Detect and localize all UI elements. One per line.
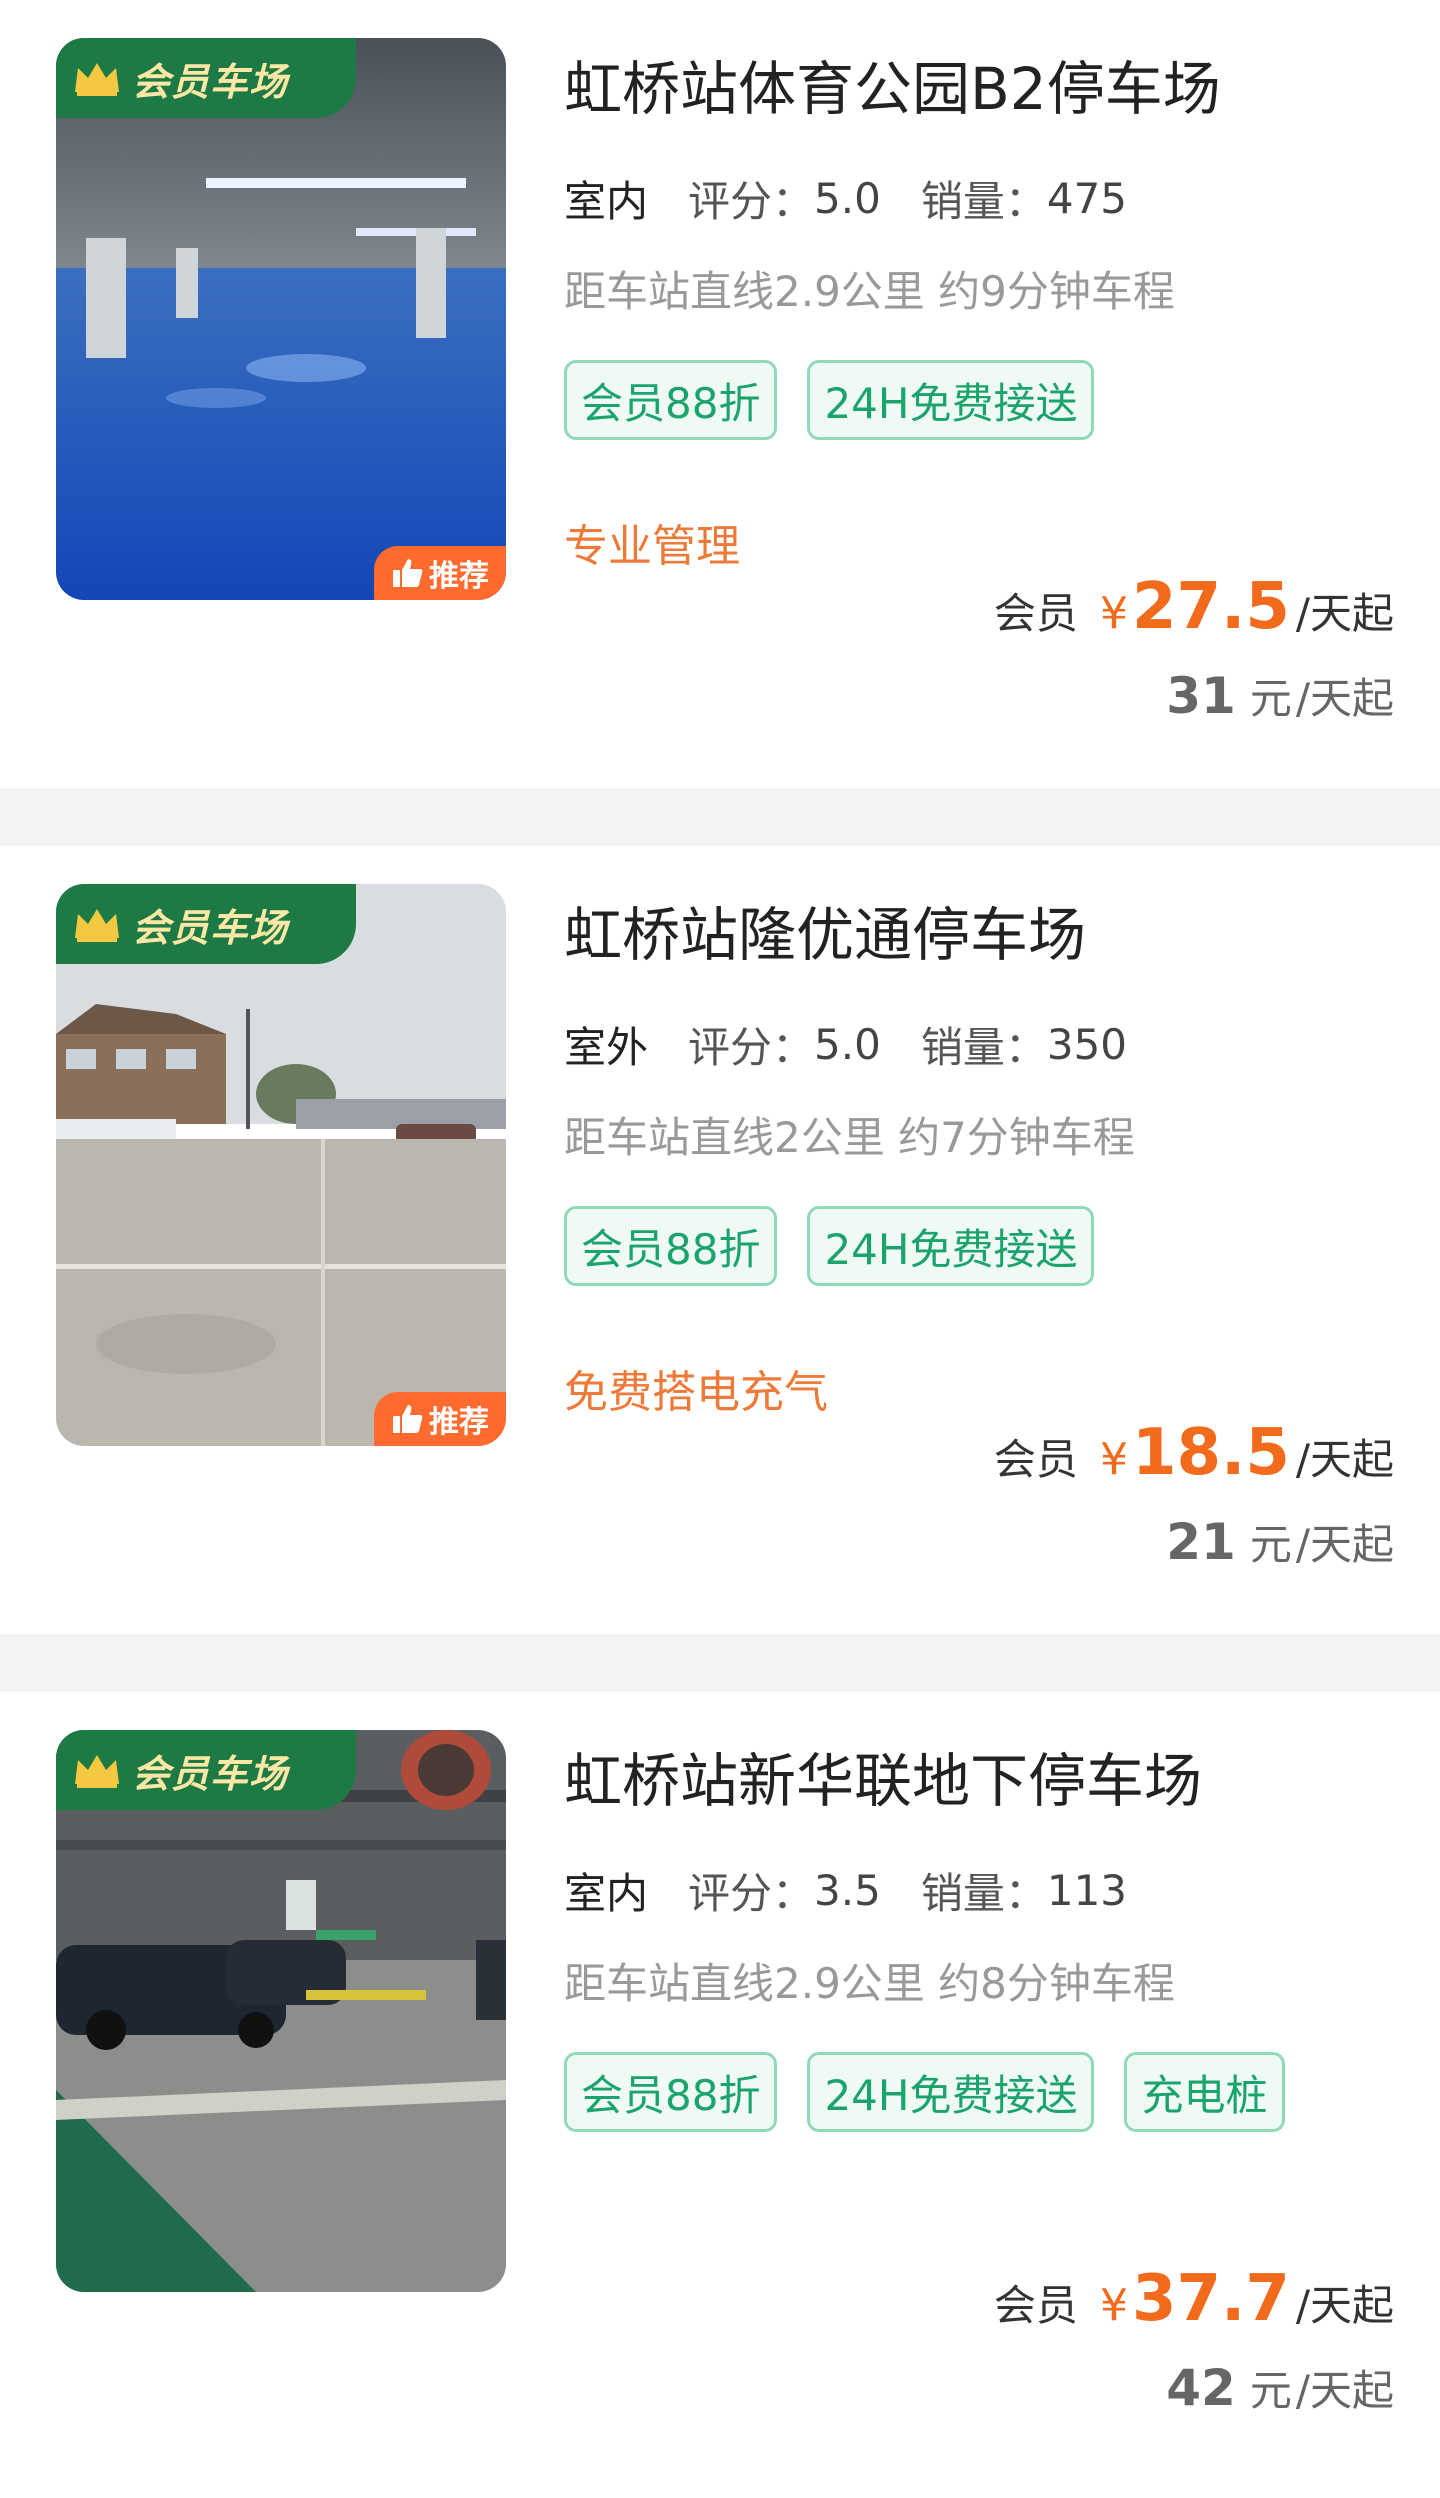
rating-label: 评分： <box>688 177 815 226</box>
crown-icon <box>72 1750 122 1790</box>
lot-meta: 室内 评分： 5.0 销量： 475 <box>564 168 1167 235</box>
lot-info: 虹桥站体育公园B2停车场 室内 评分： 5.0 销量： 475 距车站直线2.9… <box>564 0 1394 788</box>
recommend-label: 推荐 <box>429 559 489 594</box>
lot-thumbnail[interactable]: 会员车场 推荐 <box>56 884 506 1446</box>
card-separator <box>0 788 1440 846</box>
crown-icon <box>72 904 122 944</box>
lot-meta: 室内 评分： 3.5 销量： 113 <box>564 1860 1167 1927</box>
sales-value: 350 <box>1046 1020 1128 1069</box>
member-price: 会员 ¥ 37.7 /天起 <box>994 2262 1394 2336</box>
price-unit: /天起 <box>1295 589 1394 638</box>
crown-icon <box>72 58 122 98</box>
vip-lot-badge: 会员车场 <box>56 884 356 964</box>
recommend-label: 推荐 <box>429 1405 489 1440</box>
parking-lot-list: 会员车场 推荐 虹桥站体育公园B2停车场 室内 评分： 5.0 销量： 475 … <box>0 0 1440 2480</box>
parking-card[interactable]: 会员车场 推荐 虹桥站体育公园B2停车场 室内 评分： 5.0 销量： 475 … <box>0 0 1440 788</box>
lot-type: 室内 <box>564 1860 657 1927</box>
member-price-value: 37.7 <box>1131 2262 1290 2336</box>
currency-symbol: ¥ <box>1099 588 1128 639</box>
lot-thumbnail[interactable]: 会员车场 推荐 <box>56 38 506 600</box>
lot-info: 虹桥站隆优通停车场 室外 评分： 5.0 销量： 350 距车站直线2公里 约7… <box>564 846 1394 1634</box>
price-prefix: 会员 <box>993 1435 1078 1484</box>
original-price-value: 42 <box>1166 2359 1236 2417</box>
price-unit: /天起 <box>1295 2366 1394 2415</box>
thumbs-up-icon <box>391 556 425 590</box>
member-price: 会员 ¥ 27.5 /天起 <box>994 570 1394 644</box>
tag-list: 会员88折 24H免费接送 <box>564 360 1394 470</box>
parking-card[interactable]: 会员车场 推荐 虹桥站隆优通停车场 室外 评分： 5.0 销量： 350 距车站… <box>0 846 1440 1634</box>
price-unit: /天起 <box>1295 2281 1394 2330</box>
parking-card[interactable]: 会员车场 虹桥站新华联地下停车场 室内 评分： 3.5 销量： 113 距车站直… <box>0 1692 1440 2480</box>
card-separator <box>0 1634 1440 1692</box>
tag-discount: 会员88折 <box>564 1206 778 1286</box>
tag-shuttle: 24H免费接送 <box>807 1206 1095 1286</box>
original-price-value: 31 <box>1166 667 1236 725</box>
feature-text: 专业管理 <box>564 521 740 572</box>
feature-text: 免费搭电充气 <box>564 1367 828 1418</box>
price-prefix: 会员 <box>993 589 1078 638</box>
rating-label: 评分： <box>688 1023 815 1072</box>
tag-list: 会员88折 24H免费接送 充电桩 <box>564 2052 1394 2162</box>
sales-label: 销量： <box>920 1023 1047 1072</box>
rating-value: 5.0 <box>814 174 881 223</box>
yuan-unit: 元 <box>1249 2366 1292 2415</box>
lot-type: 室内 <box>564 168 657 235</box>
member-price-value: 27.5 <box>1131 570 1290 644</box>
currency-symbol: ¥ <box>1099 1434 1128 1485</box>
original-price: 42 元 /天起 <box>1166 2357 1394 2418</box>
lot-name[interactable]: 虹桥站体育公园B2停车场 <box>564 42 1221 126</box>
thumbs-up-icon <box>391 1402 425 1436</box>
lot-thumbnail[interactable]: 会员车场 <box>56 1730 506 2292</box>
lot-meta: 室外 评分： 5.0 销量： 350 <box>564 1014 1167 1081</box>
rating-value: 3.5 <box>814 1866 881 1915</box>
member-price: 会员 ¥ 18.5 /天起 <box>994 1416 1394 1490</box>
vip-lot-label: 会员车场 <box>132 905 289 950</box>
lot-photo <box>56 38 506 600</box>
tag-charging: 充电桩 <box>1124 2052 1285 2132</box>
price-unit: /天起 <box>1295 1435 1394 1484</box>
price-unit: /天起 <box>1295 674 1394 723</box>
tag-shuttle: 24H免费接送 <box>807 360 1095 440</box>
original-price: 31 元 /天起 <box>1166 665 1394 726</box>
tag-discount: 会员88折 <box>564 2052 778 2132</box>
member-price-value: 18.5 <box>1131 1416 1290 1490</box>
sales-value: 475 <box>1046 174 1128 223</box>
tag-shuttle: 24H免费接送 <box>807 2052 1095 2132</box>
lot-info: 虹桥站新华联地下停车场 室内 评分： 3.5 销量： 113 距车站直线2.9公… <box>564 1692 1394 2480</box>
distance-text: 距车站直线2.9公里 约8分钟车程 <box>564 1959 1175 2008</box>
vip-lot-badge: 会员车场 <box>56 1730 356 1810</box>
tag-discount: 会员88折 <box>564 360 778 440</box>
yuan-unit: 元 <box>1249 1520 1292 1569</box>
sales-label: 销量： <box>920 177 1047 226</box>
tag-list: 会员88折 24H免费接送 <box>564 1206 1394 1316</box>
lot-photo <box>56 884 506 1446</box>
distance-text: 距车站直线2公里 约7分钟车程 <box>564 1113 1135 1162</box>
currency-symbol: ¥ <box>1099 2280 1128 2331</box>
price-unit: /天起 <box>1295 1520 1394 1569</box>
recommend-badge: 推荐 <box>374 1392 506 1446</box>
yuan-unit: 元 <box>1249 674 1292 723</box>
rating-value: 5.0 <box>814 1020 881 1069</box>
vip-lot-label: 会员车场 <box>132 1751 289 1796</box>
rating-label: 评分： <box>688 1869 815 1918</box>
vip-lot-label: 会员车场 <box>132 59 289 104</box>
original-price-value: 21 <box>1166 1513 1236 1571</box>
vip-lot-badge: 会员车场 <box>56 38 356 118</box>
recommend-badge: 推荐 <box>374 546 506 600</box>
sales-label: 销量： <box>920 1869 1047 1918</box>
lot-name[interactable]: 虹桥站新华联地下停车场 <box>564 1734 1202 1818</box>
lot-photo <box>56 1730 506 2292</box>
distance-text: 距车站直线2.9公里 约9分钟车程 <box>564 267 1175 316</box>
lot-name[interactable]: 虹桥站隆优通停车场 <box>564 888 1086 972</box>
sales-value: 113 <box>1046 1866 1128 1915</box>
original-price: 21 元 /天起 <box>1166 1511 1394 1572</box>
price-prefix: 会员 <box>993 2281 1078 2330</box>
lot-type: 室外 <box>564 1014 657 1081</box>
